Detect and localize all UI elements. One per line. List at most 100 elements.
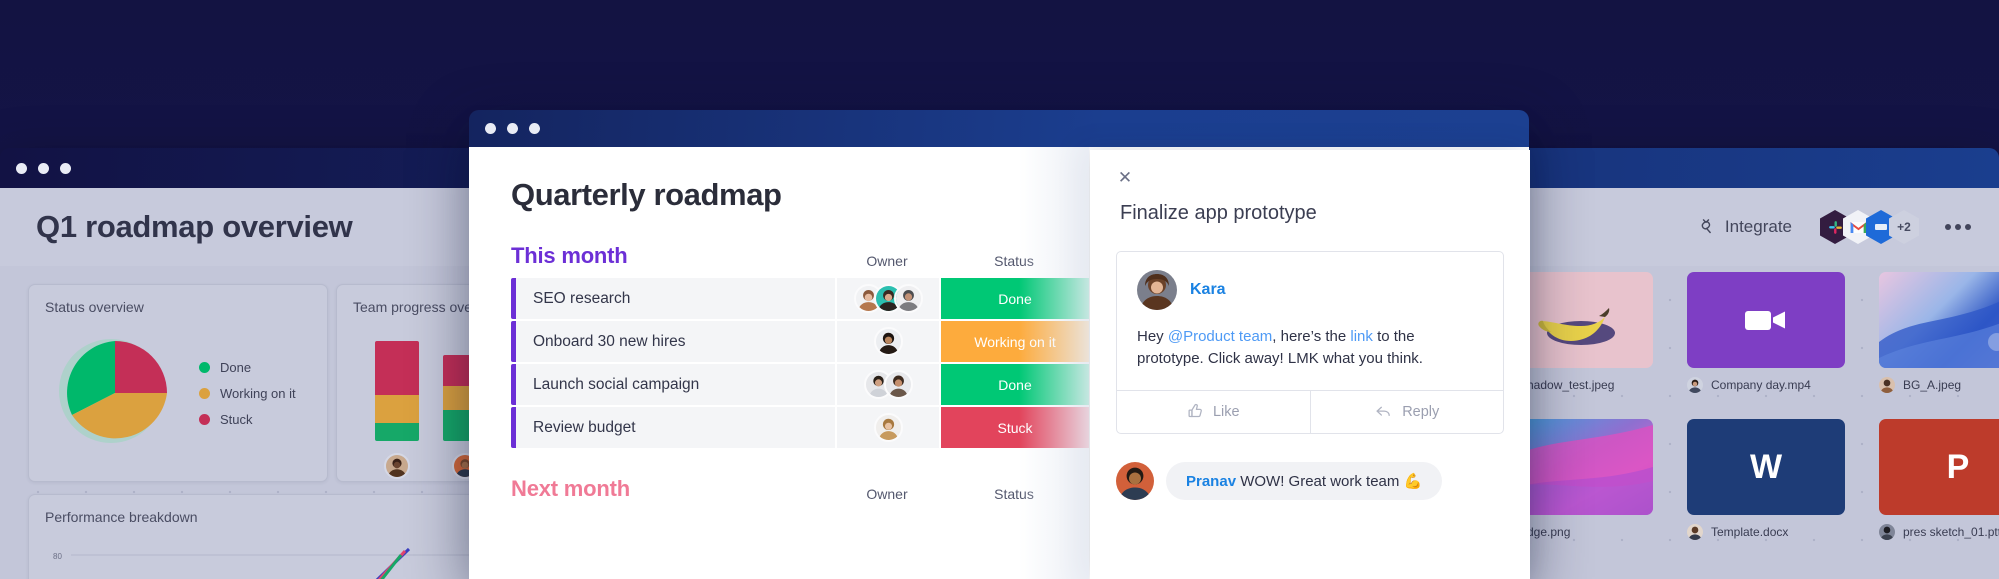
legend-item: Working on it — [199, 386, 296, 401]
file-thumbnail[interactable] — [1879, 272, 1999, 368]
page-title: Q1 roadmap overview — [36, 209, 353, 244]
legend-label: Stuck — [220, 411, 253, 427]
close-icon[interactable]: ✕ — [1116, 168, 1134, 186]
reply-text: WOW! Great work team 💪 — [1236, 472, 1423, 490]
task-name[interactable]: SEO research — [516, 278, 835, 319]
owner-cell[interactable] — [835, 407, 939, 448]
thumbs-up-icon — [1188, 403, 1202, 418]
file-meta: Company day.mp4 — [1687, 377, 1845, 393]
bar-seg-working — [375, 395, 419, 423]
reply-bubble: Pranav WOW! Great work team 💪 — [1166, 461, 1443, 500]
bar-column — [375, 341, 419, 479]
plug-icon — [1696, 217, 1716, 237]
legend-swatch-working — [199, 387, 210, 399]
reply-arrow-icon — [1376, 406, 1391, 417]
board-title: Quarterly roadmap — [511, 177, 782, 212]
comment-actions: Like Reply — [1117, 389, 1504, 433]
task-name[interactable]: Review budget — [516, 407, 835, 448]
file-name: Company day.mp4 — [1711, 378, 1811, 392]
table-row[interactable]: Review budget Stuck — [511, 407, 1089, 448]
window-controls[interactable] — [16, 162, 71, 174]
integrate-button[interactable]: Integrate — [1696, 217, 1792, 237]
legend-label: Working on it — [220, 385, 296, 401]
comment-author[interactable]: Kara — [1190, 281, 1226, 299]
file-thumbnail[interactable]: P — [1879, 419, 1999, 515]
comment-text-middle: , here’s the — [1272, 328, 1351, 345]
avatar — [1879, 377, 1895, 393]
video-camera-icon — [1745, 311, 1785, 330]
comment-panel: ✕ Finalize app prototype Kara Hey @Produ… — [1090, 150, 1530, 579]
file-thumbnail[interactable]: W — [1687, 419, 1845, 515]
avatar — [883, 370, 913, 399]
owner-cell[interactable] — [835, 321, 939, 362]
task-name[interactable]: Onboard 30 new hires — [516, 321, 835, 362]
widget-status-overview[interactable]: Status overview Done Working on it Stuck — [28, 284, 328, 482]
widget-title: Performance breakdown — [45, 509, 198, 525]
avatar — [384, 453, 410, 479]
owner-cell[interactable] — [835, 364, 939, 405]
hyperlink[interactable]: link — [1350, 328, 1373, 345]
file-meta: Template.docx — [1687, 524, 1845, 540]
minimize-dot[interactable] — [507, 123, 518, 134]
back-window-toolbar: Integrate +2 — [1696, 210, 1971, 244]
bar-seg-stuck — [375, 341, 419, 395]
column-header-status: Status — [994, 253, 1034, 269]
like-label: Like — [1212, 403, 1240, 420]
owner-cell[interactable] — [835, 278, 939, 319]
status-badge[interactable]: Done — [939, 278, 1089, 319]
screen: Q1 roadmap overview Integrate +2 Status … — [0, 0, 1999, 579]
status-badge[interactable]: Stuck — [939, 407, 1089, 448]
front-window-titlebar — [469, 110, 1529, 147]
avatar — [873, 327, 903, 356]
file-card[interactable]: P pres sketch_01.pttx — [1879, 419, 1999, 540]
status-badge[interactable]: Working on it — [939, 321, 1089, 362]
avatar — [893, 284, 923, 313]
maximize-dot[interactable] — [529, 123, 540, 134]
window-controls[interactable] — [485, 123, 540, 134]
comment-header: Kara — [1137, 270, 1483, 310]
status-pie-chart — [59, 339, 167, 443]
minimize-dot[interactable] — [38, 162, 49, 174]
like-button[interactable]: Like — [1117, 391, 1310, 433]
file-card[interactable]: Company day.mp4 — [1687, 272, 1845, 393]
y-axis-tick: 80 — [53, 552, 62, 561]
column-header-owner: Owner — [866, 253, 908, 269]
reply-comment: Pranav WOW! Great work team 💪 — [1116, 461, 1504, 500]
panel-title: Finalize app prototype — [1120, 202, 1317, 224]
word-icon: W — [1749, 447, 1783, 486]
comment-card: Kara Hey @Product team, here’s the link … — [1116, 251, 1504, 434]
close-dot[interactable] — [485, 123, 496, 134]
group-name[interactable]: This month — [511, 243, 628, 269]
bar-stack — [375, 341, 419, 441]
file-card[interactable]: W Template.docx — [1687, 419, 1845, 540]
reply-button[interactable]: Reply — [1309, 390, 1504, 433]
maximize-dot[interactable] — [60, 162, 71, 174]
table-row[interactable]: Onboard 30 new hires Working on it — [511, 321, 1089, 362]
mention-link[interactable]: @Product team — [1168, 328, 1272, 345]
status-badge[interactable]: Done — [939, 364, 1089, 405]
comment-body: Kara Hey @Product team, here’s the link … — [1117, 252, 1503, 390]
task-name[interactable]: Launch social campaign — [516, 364, 835, 405]
kebab-menu-icon[interactable] — [1945, 224, 1971, 230]
table-row[interactable]: SEO research Done — [511, 278, 1089, 319]
more-apps-badge[interactable]: +2 — [1889, 210, 1919, 244]
file-name: Shadow_test.jpeg — [1519, 378, 1615, 392]
column-header-status: Status — [994, 486, 1034, 502]
file-card[interactable]: BG_A.jpeg — [1879, 272, 1999, 393]
table-row[interactable]: Launch social campaign Done — [511, 364, 1089, 405]
avatar — [1687, 524, 1703, 540]
reply-author[interactable]: Pranav — [1186, 473, 1236, 490]
avatar — [1116, 461, 1154, 500]
close-dot[interactable] — [16, 162, 27, 174]
avatar — [1137, 270, 1177, 310]
legend-label: Done — [220, 359, 252, 375]
column-header-owner: Owner — [866, 486, 908, 502]
avatar — [873, 413, 903, 442]
file-thumbnail[interactable] — [1687, 272, 1845, 368]
integration-app-icons[interactable]: +2 — [1820, 210, 1919, 244]
pie-legend: Done Working on it Stuck — [199, 360, 296, 427]
widget-performance-breakdown[interactable]: Performance breakdown 80 — [28, 494, 488, 579]
group-name[interactable]: Next month — [511, 476, 630, 502]
files-grid: Shadow_test.jpeg Company day.mp4 BG_A.jp… — [1495, 272, 1999, 540]
